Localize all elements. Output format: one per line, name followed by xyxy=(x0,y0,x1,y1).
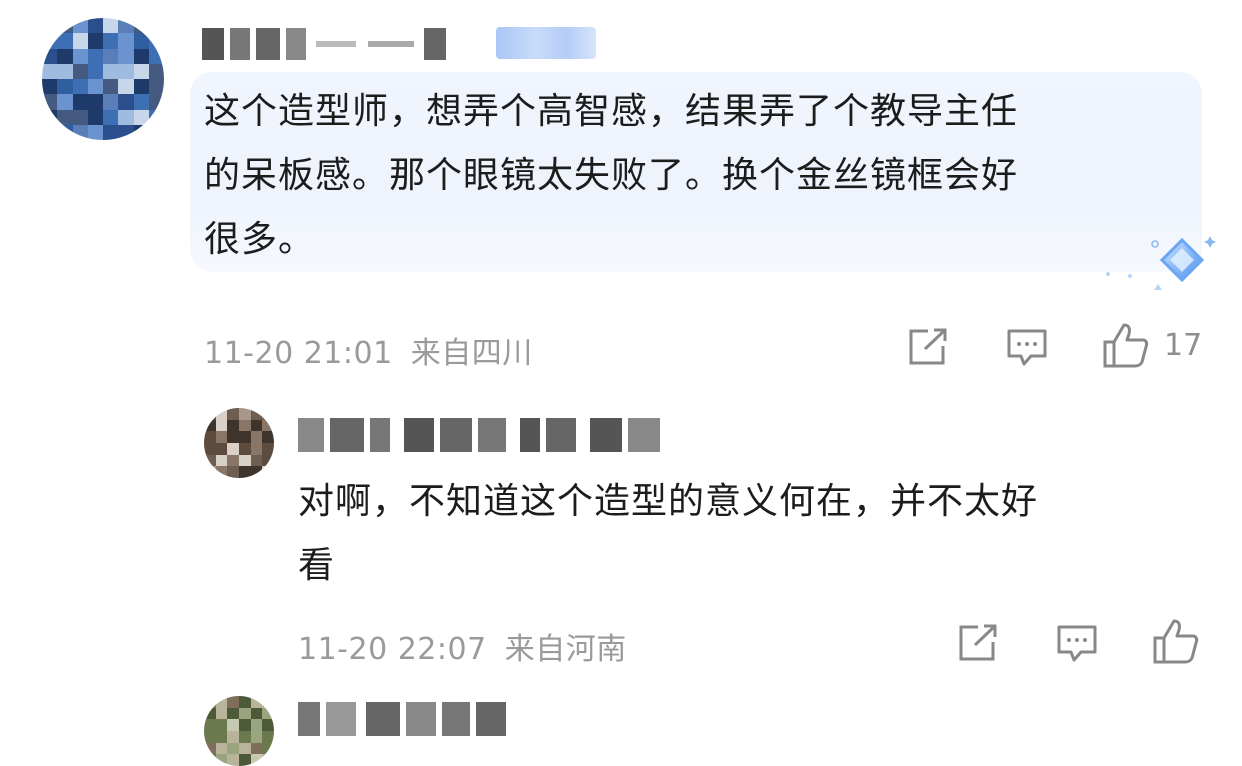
comment-text[interactable]: 这个造型师，想弄个高智感，结果弄了个教导主任 的呆板感。那个眼镜太失败了。换个金… xyxy=(204,80,1184,272)
user-level-badge xyxy=(496,27,596,59)
diamond-badge-icon xyxy=(1100,232,1225,290)
thumbs-up-icon[interactable] xyxy=(1102,322,1150,368)
comment-time: 11-20 21:01 xyxy=(204,336,393,371)
reply-meta: 11-20 22:07 来自河南 xyxy=(298,624,627,668)
comment-location: 来自四川 xyxy=(410,336,533,371)
reply-location: 来自河南 xyxy=(504,632,627,667)
thumbs-up-icon[interactable] xyxy=(1152,618,1200,664)
avatar[interactable] xyxy=(42,18,164,140)
username-blurred[interactable] xyxy=(202,28,482,60)
comment-line: 很多。 xyxy=(204,219,316,260)
comment-line: 的呆板感。那个眼镜太失败了。换个金丝镜框会好 xyxy=(204,155,1019,196)
comment-line: 看 xyxy=(298,545,336,586)
comment-icon[interactable] xyxy=(1006,328,1048,368)
share-icon[interactable] xyxy=(958,624,998,662)
comment-line: 这个造型师，想弄个高智感，结果弄了个教导主任 xyxy=(204,91,1019,132)
avatar[interactable] xyxy=(204,408,274,478)
comment-meta: 11-20 21:01 来自四川 xyxy=(204,328,533,372)
username-blurred[interactable] xyxy=(298,702,538,736)
username-blurred[interactable] xyxy=(298,418,728,452)
share-icon[interactable] xyxy=(908,328,948,366)
reply-time: 11-20 22:07 xyxy=(298,632,487,667)
comment-icon[interactable] xyxy=(1056,624,1098,664)
like-count: 17 xyxy=(1164,328,1203,363)
reply-text[interactable]: 对啊，不知道这个造型的意义何在，并不太好 看 xyxy=(298,470,1198,598)
avatar[interactable] xyxy=(204,696,274,766)
comment-line: 对啊，不知道这个造型的意义何在，并不太好 xyxy=(298,481,1039,522)
